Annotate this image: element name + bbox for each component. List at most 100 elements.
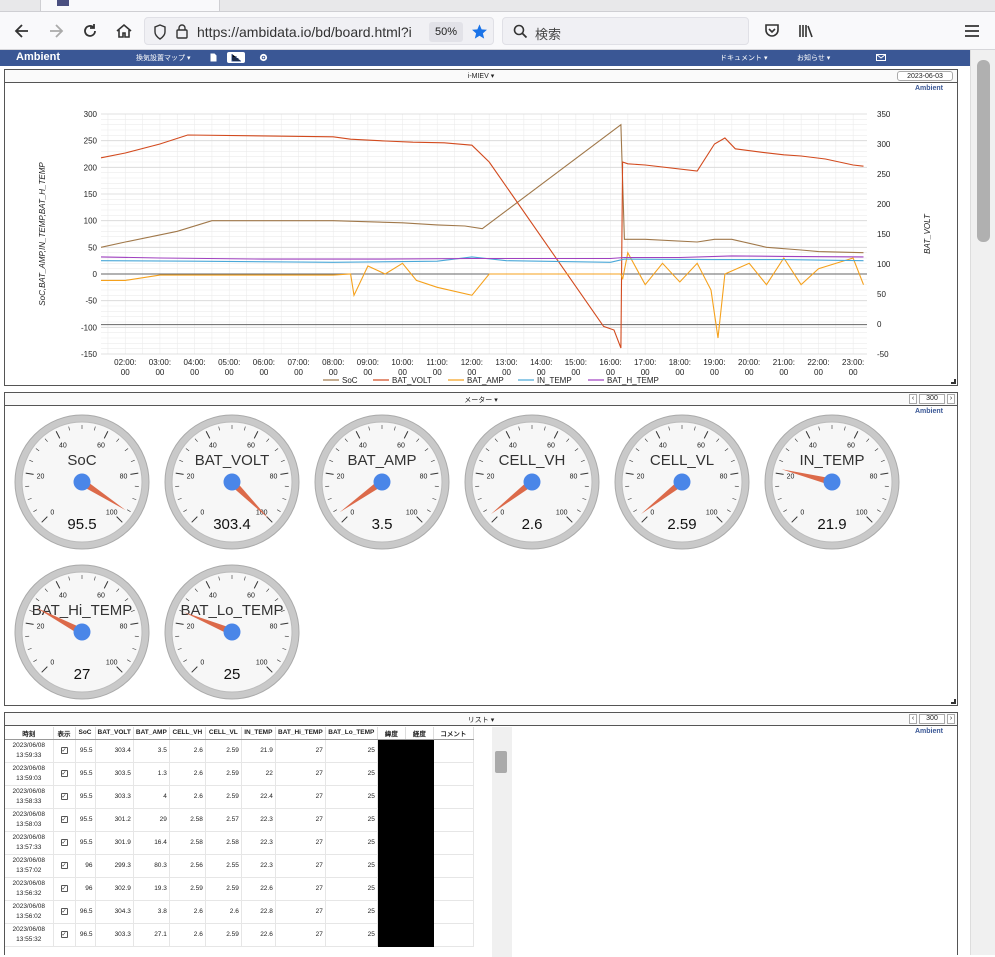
y2-tick-label: 100 — [877, 260, 891, 269]
table-scroll-thumb[interactable] — [495, 751, 507, 773]
column-header[interactable]: BAT_VOLT — [95, 727, 133, 739]
column-header[interactable]: コメント — [433, 727, 473, 739]
back-button[interactable] — [10, 19, 34, 43]
next-page-button[interactable]: › — [947, 394, 955, 404]
meter-panel-title[interactable]: メーター ▾ — [5, 395, 957, 405]
y-tick-label: 100 — [84, 217, 98, 226]
cell-visible-toggle[interactable]: ✓ — [53, 877, 75, 900]
checkbox-icon[interactable]: ✓ — [61, 908, 68, 915]
reload-button[interactable] — [78, 19, 102, 43]
checkbox-icon[interactable]: ✓ — [61, 816, 68, 823]
table-row[interactable]: 2023/06/0813:59:33✓95.5303.43.52.62.5921… — [5, 739, 473, 762]
menu-button[interactable] — [960, 19, 984, 43]
column-header[interactable]: 経度 — [405, 727, 433, 739]
table-row[interactable]: 2023/06/0813:57:02✓96299.380.32.562.5522… — [5, 854, 473, 877]
gauge-tick-label: 100 — [106, 510, 118, 517]
y2-tick-label: 300 — [877, 140, 891, 149]
column-header[interactable]: 時刻 — [5, 727, 53, 739]
checkbox-icon[interactable]: ✓ — [61, 839, 68, 846]
table-row[interactable]: 2023/06/0813:55:32✓96.5303.327.12.62.592… — [5, 923, 473, 946]
checkbox-icon[interactable]: ✓ — [61, 770, 68, 777]
cell-visible-toggle[interactable]: ✓ — [53, 854, 75, 877]
chart-view-button[interactable] — [227, 52, 245, 63]
cell-visible-toggle[interactable]: ✓ — [53, 808, 75, 831]
browser-tab[interactable] — [40, 0, 220, 12]
search-input[interactable]: 検索 — [535, 24, 561, 43]
prev-page-button[interactable]: ‹ — [909, 714, 917, 724]
table-row[interactable]: 2023/06/0813:56:32✓96302.919.32.592.5922… — [5, 877, 473, 900]
column-header[interactable]: BAT_Lo_TEMP — [325, 727, 377, 739]
page-scroll-thumb[interactable] — [977, 60, 990, 242]
cell-visible-toggle[interactable]: ✓ — [53, 831, 75, 854]
column-header[interactable]: CELL_VH — [169, 727, 205, 739]
notice-menu[interactable]: お知らせ ▾ — [797, 53, 830, 63]
cell-visible-toggle[interactable]: ✓ — [53, 739, 75, 762]
cell-visible-toggle[interactable]: ✓ — [53, 900, 75, 923]
resize-handle[interactable] — [951, 379, 956, 384]
resize-handle[interactable] — [951, 699, 956, 704]
checkbox-icon[interactable]: ✓ — [61, 885, 68, 892]
y2-tick-label: 250 — [877, 170, 891, 179]
cell-timestamp: 2023/06/0813:58:03 — [5, 808, 53, 831]
gauge-tick-label: 100 — [256, 660, 268, 667]
cell-visible-toggle[interactable]: ✓ — [53, 923, 75, 946]
column-header[interactable]: IN_TEMP — [241, 727, 275, 739]
cell-bat-hi-temp: 27 — [275, 831, 325, 854]
x-tick-label: 08:00: — [322, 358, 344, 367]
chart-panel-title[interactable]: i-MIEV ▾ — [5, 72, 957, 80]
x-tick-label: 23:00: — [842, 358, 864, 367]
url-text[interactable]: https://ambidata.io/bd/board.html?i — [197, 24, 425, 40]
gauge-tick-label: 80 — [720, 473, 728, 480]
zoom-level[interactable]: 50% — [429, 22, 463, 42]
page-scrollbar[interactable] — [970, 50, 995, 955]
cell-cell-vl: 2.55 — [205, 854, 241, 877]
checkbox-icon[interactable]: ✓ — [61, 931, 68, 938]
map-menu[interactable]: 換気設置マップ ▾ — [136, 53, 190, 63]
checkbox-icon[interactable]: ✓ — [61, 747, 68, 754]
table-row[interactable]: 2023/06/0813:57:33✓95.5301.916.42.582.58… — [5, 831, 473, 854]
forward-button[interactable] — [44, 19, 68, 43]
prev-page-button[interactable]: ‹ — [909, 394, 917, 404]
pocket-button[interactable] — [760, 19, 784, 43]
gauge-tick-label: 80 — [420, 473, 428, 480]
cell-latitude-redacted — [377, 923, 405, 946]
column-header[interactable]: CELL_VL — [205, 727, 241, 739]
table-row[interactable]: 2023/06/0813:58:03✓95.5301.2292.582.5722… — [5, 808, 473, 831]
home-button[interactable] — [112, 19, 136, 43]
cell-bat-hi-temp: 27 — [275, 762, 325, 785]
document-icon[interactable] — [206, 52, 220, 63]
library-button[interactable] — [794, 19, 818, 43]
cell-bat-hi-temp: 27 — [275, 900, 325, 923]
table-row[interactable]: 2023/06/0813:56:02✓96.5304.33.82.62.622.… — [5, 900, 473, 923]
list-panel-title[interactable]: リスト ▾ — [5, 715, 957, 725]
gauge-tick-label: 60 — [847, 443, 855, 450]
brand-logo[interactable]: Ambient — [16, 51, 60, 63]
column-header[interactable]: 緯度 — [377, 727, 405, 739]
gauge-tick-label: 20 — [637, 473, 645, 480]
page-size-input[interactable]: 300 — [919, 394, 945, 404]
table-row[interactable]: 2023/06/0813:58:33✓95.5303.342.62.5922.4… — [5, 785, 473, 808]
table-row[interactable]: 2023/06/0813:59:03✓95.5303.51.32.62.5922… — [5, 762, 473, 785]
cell-cell-vh: 2.6 — [169, 785, 205, 808]
next-page-button[interactable]: › — [947, 714, 955, 724]
column-header[interactable]: 表示 — [53, 727, 75, 739]
table-scrollbar[interactable] — [492, 727, 512, 957]
docs-menu[interactable]: ドキュメント ▾ — [720, 53, 767, 63]
column-header[interactable]: BAT_Hi_TEMP — [275, 727, 325, 739]
cell-in-temp: 22.3 — [241, 854, 275, 877]
column-header[interactable]: BAT_AMP — [133, 727, 169, 739]
checkbox-icon[interactable]: ✓ — [61, 862, 68, 869]
settings-gear-icon[interactable] — [256, 52, 270, 63]
column-header[interactable]: SoC — [75, 727, 95, 739]
search-bar[interactable]: 検索 — [502, 17, 749, 45]
cell-latitude-redacted — [377, 808, 405, 831]
address-bar[interactable]: https://ambidata.io/bd/board.html?i 50% — [144, 17, 494, 45]
bookmark-star-icon[interactable] — [471, 23, 488, 40]
cell-visible-toggle[interactable]: ✓ — [53, 785, 75, 808]
mail-icon[interactable] — [874, 52, 888, 63]
checkbox-icon[interactable]: ✓ — [61, 793, 68, 800]
page-size-input[interactable]: 300 — [919, 714, 945, 724]
cell-visible-toggle[interactable]: ✓ — [53, 762, 75, 785]
date-picker[interactable]: 2023-06-03 — [897, 71, 953, 81]
x-tick-label: 00 — [294, 368, 303, 377]
